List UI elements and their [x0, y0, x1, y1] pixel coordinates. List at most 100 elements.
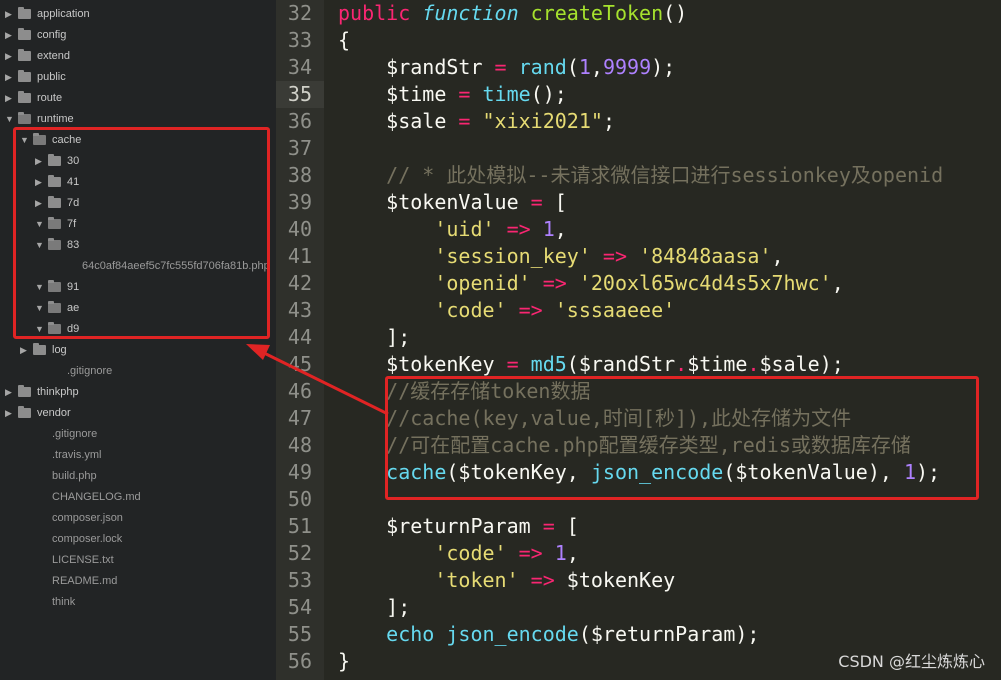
- code-line[interactable]: 41 'session_key' => '84848aasa',: [276, 243, 1001, 270]
- tree-file-travis-yml[interactable]: .travis.yml: [0, 445, 276, 466]
- code-line[interactable]: 40 'uid' => 1,: [276, 216, 1001, 243]
- code-token: 'code': [434, 541, 507, 565]
- tree-item-label: log: [52, 344, 67, 356]
- code-token: =>: [542, 271, 567, 295]
- code-token: 9999: [602, 55, 652, 79]
- code-text: {: [338, 27, 350, 54]
- code-text: echo json_encode($returnParam);: [338, 621, 759, 648]
- code-line[interactable]: 38 // * 此处模拟--未请求微信接口进行sessionkey及openid: [276, 162, 1001, 189]
- code-token: "xixi2021": [482, 109, 603, 133]
- tree-file-gitignore[interactable]: .gitignore: [0, 424, 276, 445]
- code-token: 'token': [434, 568, 519, 592]
- folder-icon: [18, 49, 31, 61]
- line-number: 33: [287, 28, 312, 52]
- code-line[interactable]: 45 $tokenKey = md5($randStr.$time.$sale)…: [276, 351, 1001, 378]
- folder-icon: [18, 70, 31, 82]
- code-token: '84848aasa': [639, 244, 772, 268]
- chevron-right-icon[interactable]: ▶: [5, 403, 15, 424]
- tree-item-label: thinkphp: [37, 386, 79, 398]
- code-line[interactable]: 35 $time = time();: [276, 81, 1001, 108]
- tree-file-think[interactable]: think: [0, 592, 276, 613]
- code-token: 'session_key': [434, 244, 591, 268]
- folder-icon: [33, 343, 46, 355]
- code-token: echo: [386, 622, 435, 646]
- code-token: {: [338, 28, 351, 52]
- code-token: $sale);: [759, 352, 844, 376]
- tree-folder-thinkphp[interactable]: ▶ thinkphp: [0, 382, 276, 403]
- code-line[interactable]: 37: [276, 135, 1001, 162]
- code-token: $randStr: [338, 55, 495, 79]
- chevron-right-icon[interactable]: ▶: [20, 340, 30, 361]
- code-line[interactable]: 33 {: [276, 27, 1001, 54]
- tree-item-label: application: [37, 8, 90, 20]
- code-line[interactable]: 34 $randStr = rand(1,9999);: [276, 54, 1001, 81]
- code-token: (: [566, 55, 579, 79]
- tree-file-gitignore[interactable]: .gitignore: [0, 361, 276, 382]
- code-text: 'session_key' => '84848aasa',: [338, 243, 784, 270]
- code-token: =: [530, 190, 543, 214]
- code-token: $tokenKey: [554, 568, 676, 592]
- tree-folder-extend[interactable]: ▶ extend: [0, 46, 276, 67]
- code-line[interactable]: 44 ];: [276, 324, 1001, 351]
- code-line[interactable]: 36 $sale = "xixi2021";: [276, 108, 1001, 135]
- chevron-right-icon[interactable]: ▶: [5, 88, 15, 109]
- tree-file-composer-json[interactable]: composer.json: [0, 508, 276, 529]
- code-line[interactable]: 32 public function createToken(): [276, 0, 1001, 27]
- tree-folder-route[interactable]: ▶ route: [0, 88, 276, 109]
- chevron-right-icon[interactable]: ▶: [5, 67, 15, 88]
- line-number: 49: [287, 460, 312, 484]
- tree-folder-public[interactable]: ▶ public: [0, 67, 276, 88]
- code-token: ,: [566, 541, 579, 565]
- tree-folder-application[interactable]: ▶ application: [0, 4, 276, 25]
- folder-icon: [18, 385, 31, 397]
- code-line[interactable]: 39 $tokenValue = [: [276, 189, 1001, 216]
- code-token: 1: [554, 541, 567, 565]
- code-line[interactable]: 54 ];: [276, 594, 1001, 621]
- tree-folder-config[interactable]: ▶ config: [0, 25, 276, 46]
- code-token: ($returnParam);: [578, 622, 760, 646]
- code-line[interactable]: 42 'openid' => '20oxl65wc4d4s5x7hwc',: [276, 270, 1001, 297]
- chevron-right-icon[interactable]: ▶: [5, 4, 15, 25]
- code-token: =>: [518, 298, 543, 322]
- code-text: ];: [338, 594, 410, 621]
- tree-file-build-php[interactable]: build.php: [0, 466, 276, 487]
- tree-file-composer-lock[interactable]: composer.lock: [0, 529, 276, 550]
- line-number: 36: [287, 109, 312, 133]
- tree-file-license-txt[interactable]: LICENSE.txt: [0, 550, 276, 571]
- code-token: ,: [771, 244, 784, 268]
- folder-icon: [18, 91, 31, 103]
- line-number: 48: [287, 433, 312, 457]
- code-editor[interactable]: 32 public function createToken() 33 {34 $ra…: [276, 0, 1001, 680]
- chevron-right-icon[interactable]: ▶: [5, 46, 15, 67]
- chevron-right-icon[interactable]: ▶: [5, 382, 15, 403]
- code-line[interactable]: 43 'code' => 'sssaaeee': [276, 297, 1001, 324]
- code-text: $time = time();: [338, 81, 567, 108]
- code-line[interactable]: 55 echo json_encode($returnParam);: [276, 621, 1001, 648]
- tree-item-label: think: [52, 596, 76, 608]
- code-line[interactable]: 52 'code' => 1,: [276, 540, 1001, 567]
- line-number: 55: [287, 622, 312, 646]
- tree-file-readme-md[interactable]: README.md: [0, 571, 276, 592]
- code-token: ,: [831, 271, 844, 295]
- code-token: .: [747, 352, 760, 376]
- code-text: $tokenValue = [: [338, 189, 567, 216]
- tree-folder-vendor[interactable]: ▶ vendor: [0, 403, 276, 424]
- code-token: createToken: [530, 1, 664, 25]
- code-line[interactable]: 53 'token' => $tokenKey: [276, 567, 1001, 594]
- chevron-right-icon[interactable]: ▶: [5, 25, 15, 46]
- code-line[interactable]: 51 $returnParam = [: [276, 513, 1001, 540]
- line-number: 32: [287, 1, 312, 25]
- line-number: 50: [287, 487, 312, 511]
- tree-folder-log[interactable]: ▶ log: [0, 340, 276, 361]
- tree-file-changelog-md[interactable]: CHANGELOG.md: [0, 487, 276, 508]
- code-token: $sale: [338, 109, 459, 133]
